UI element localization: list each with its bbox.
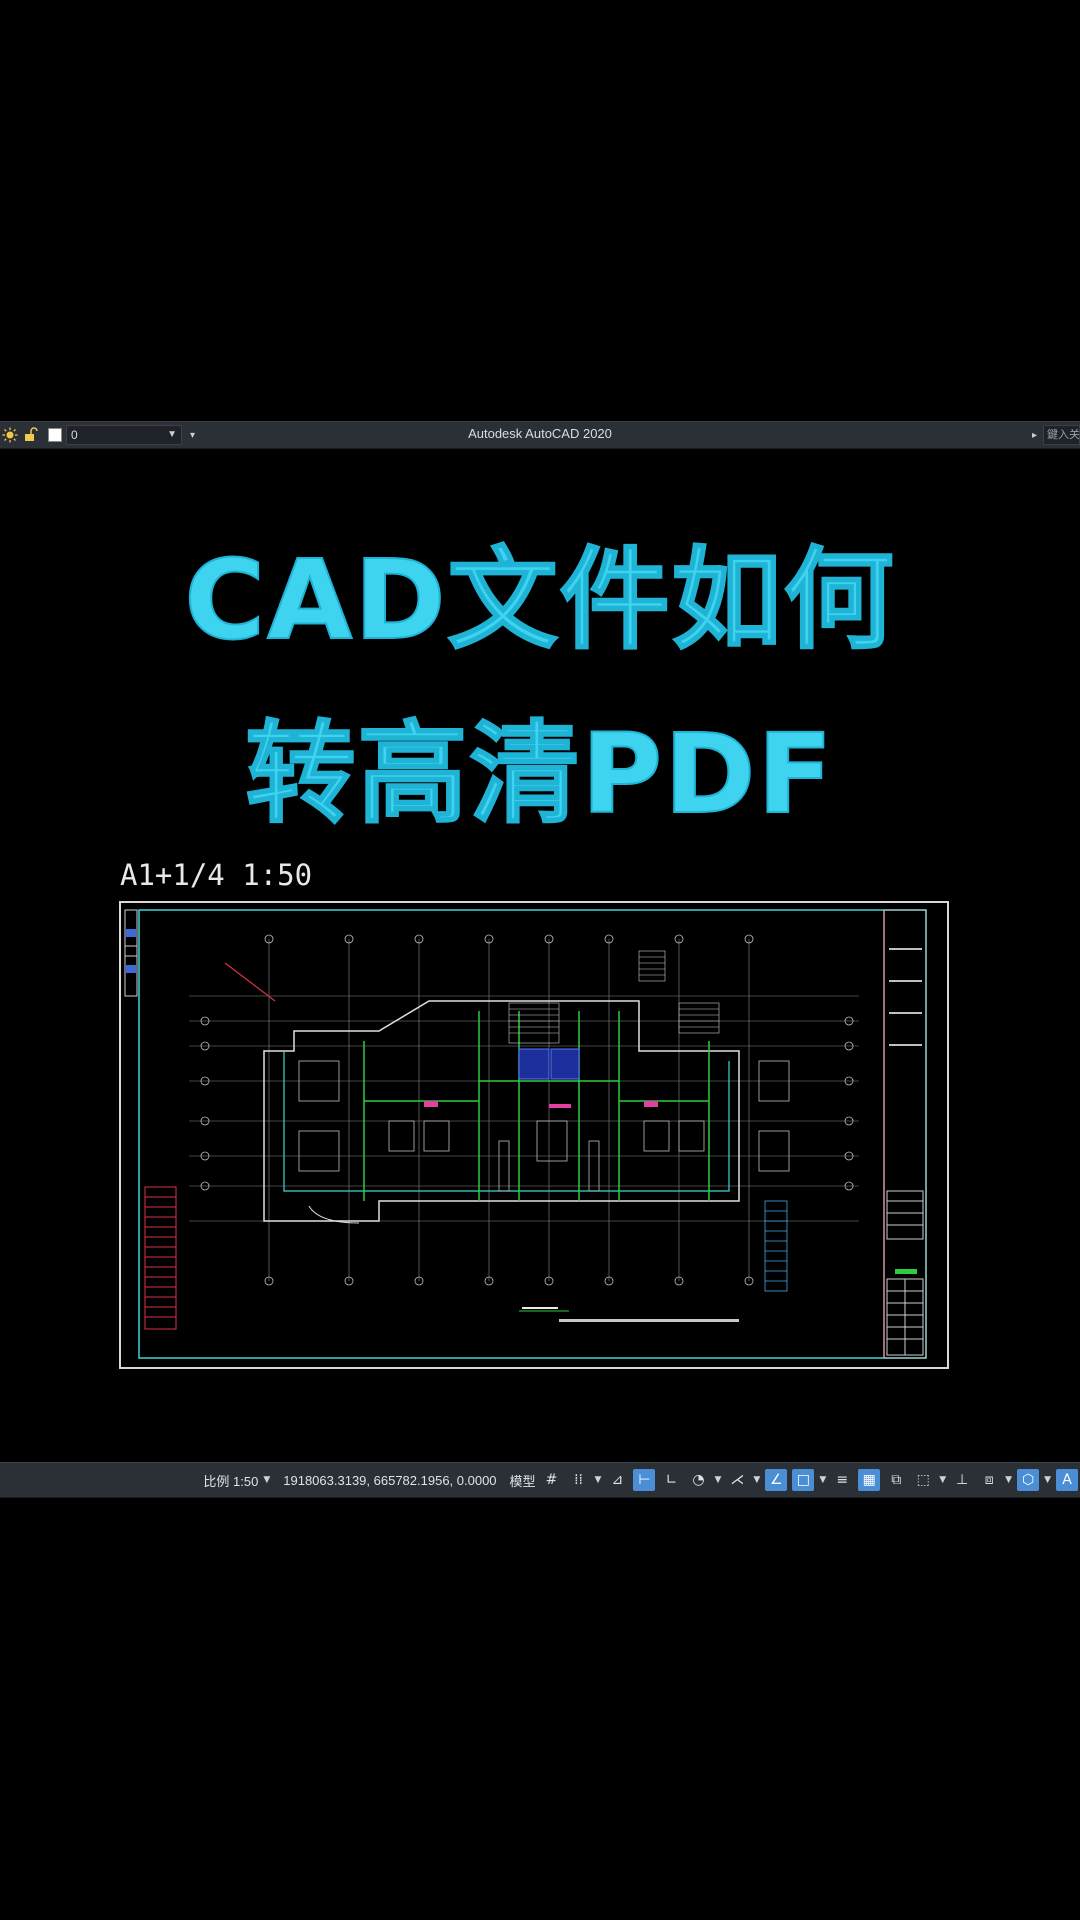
ortho-icon[interactable]: ∟ [660,1469,682,1491]
object-snap-icon[interactable]: □ [792,1469,815,1491]
polar-tracking-icon[interactable]: ◔ [687,1469,709,1491]
sheet-inner-frame [138,909,927,1359]
3d-osnap-caret-icon[interactable]: ▼ [939,1475,946,1485]
title-block [883,909,927,1359]
model-space-toggle[interactable]: 模型 [510,1471,536,1490]
drawing-sheet[interactable] [119,901,949,1369]
annotation-caret-icon[interactable]: ▼ [1044,1475,1051,1485]
isodraft-caret-icon[interactable]: ▼ [753,1475,760,1485]
snap-icon[interactable]: ⁞⁞ [568,1469,590,1491]
tag-c [549,1104,571,1108]
osnap-caret-icon[interactable]: ▼ [819,1475,826,1485]
polar-caret-icon[interactable]: ▼ [714,1475,721,1485]
building-outline [263,1000,740,1224]
3d-osnap-icon[interactable]: ⬚ [912,1469,934,1491]
sheet-outer-frame [119,901,949,1369]
left-legend-table [144,1186,177,1330]
ramp [764,1200,788,1292]
annotation-visibility-icon[interactable]: ⬡ [1017,1469,1040,1491]
transparency-icon[interactable]: ▦ [858,1469,881,1491]
search-input[interactable]: 鍵入关 [1043,425,1080,445]
grid-icon[interactable]: # [541,1469,563,1491]
selection-cycling-icon[interactable]: ⧉ [885,1469,907,1491]
status-bar-controls: 比例 1:50 ▼ 1918063.3139, 665782.1956, 0.0… [203,1469,1078,1491]
dynamic-input-icon[interactable]: ⊢ [633,1469,656,1491]
tag-a [424,1101,438,1107]
infer-constraints-icon[interactable]: ⊿ [606,1469,628,1491]
axis-bubbles [200,934,854,1286]
stairs [508,950,720,1044]
tag-b [644,1101,658,1107]
annotation-scale[interactable]: 比例 1:50 [203,1471,258,1490]
axis-grid [189,939,859,1281]
gizmo-caret-icon[interactable]: ▼ [1005,1475,1012,1485]
drawing-caption [519,1307,739,1322]
isodraft-icon[interactable]: ⋌ [726,1469,748,1491]
headline-line-1: CAD文件如何 [183,536,896,664]
left-strip [124,909,138,997]
status-bar: 比例 1:50 ▼ 1918063.3139, 665782.1956, 0.0… [0,1462,1080,1498]
annotation-autoscale-icon[interactable]: A [1056,1469,1078,1491]
snap-caret-icon[interactable]: ▼ [595,1475,602,1485]
leader-line [224,962,276,1002]
expand-arrow-icon[interactable]: ▸ [1032,430,1037,441]
gizmo-icon[interactable]: ⧈ [978,1469,1000,1491]
app-title: Autodesk AutoCAD 2020 [468,426,612,441]
coordinates-readout[interactable]: 1918063.3139, 665782.1956, 0.0000 [275,1473,504,1488]
elevator-b [550,1048,580,1080]
elevator-a [518,1048,550,1080]
search-area: ▸ 鍵入关 [1032,425,1080,445]
object-snap-tracking-icon[interactable]: ∠ [765,1469,788,1491]
sheet-scale-label: A1+1/4 1:50 [120,858,313,892]
headline-line-2: 转高清PDF [244,710,835,838]
scale-caret-icon[interactable]: ▼ [263,1475,270,1485]
lineweight-icon[interactable]: ≡ [831,1469,853,1491]
ucs-icon[interactable]: ⊥ [951,1469,973,1491]
title-bar: 0 ▼ ▾ Autodesk AutoCAD 2020 ▸ 鍵入关 [0,421,1080,449]
